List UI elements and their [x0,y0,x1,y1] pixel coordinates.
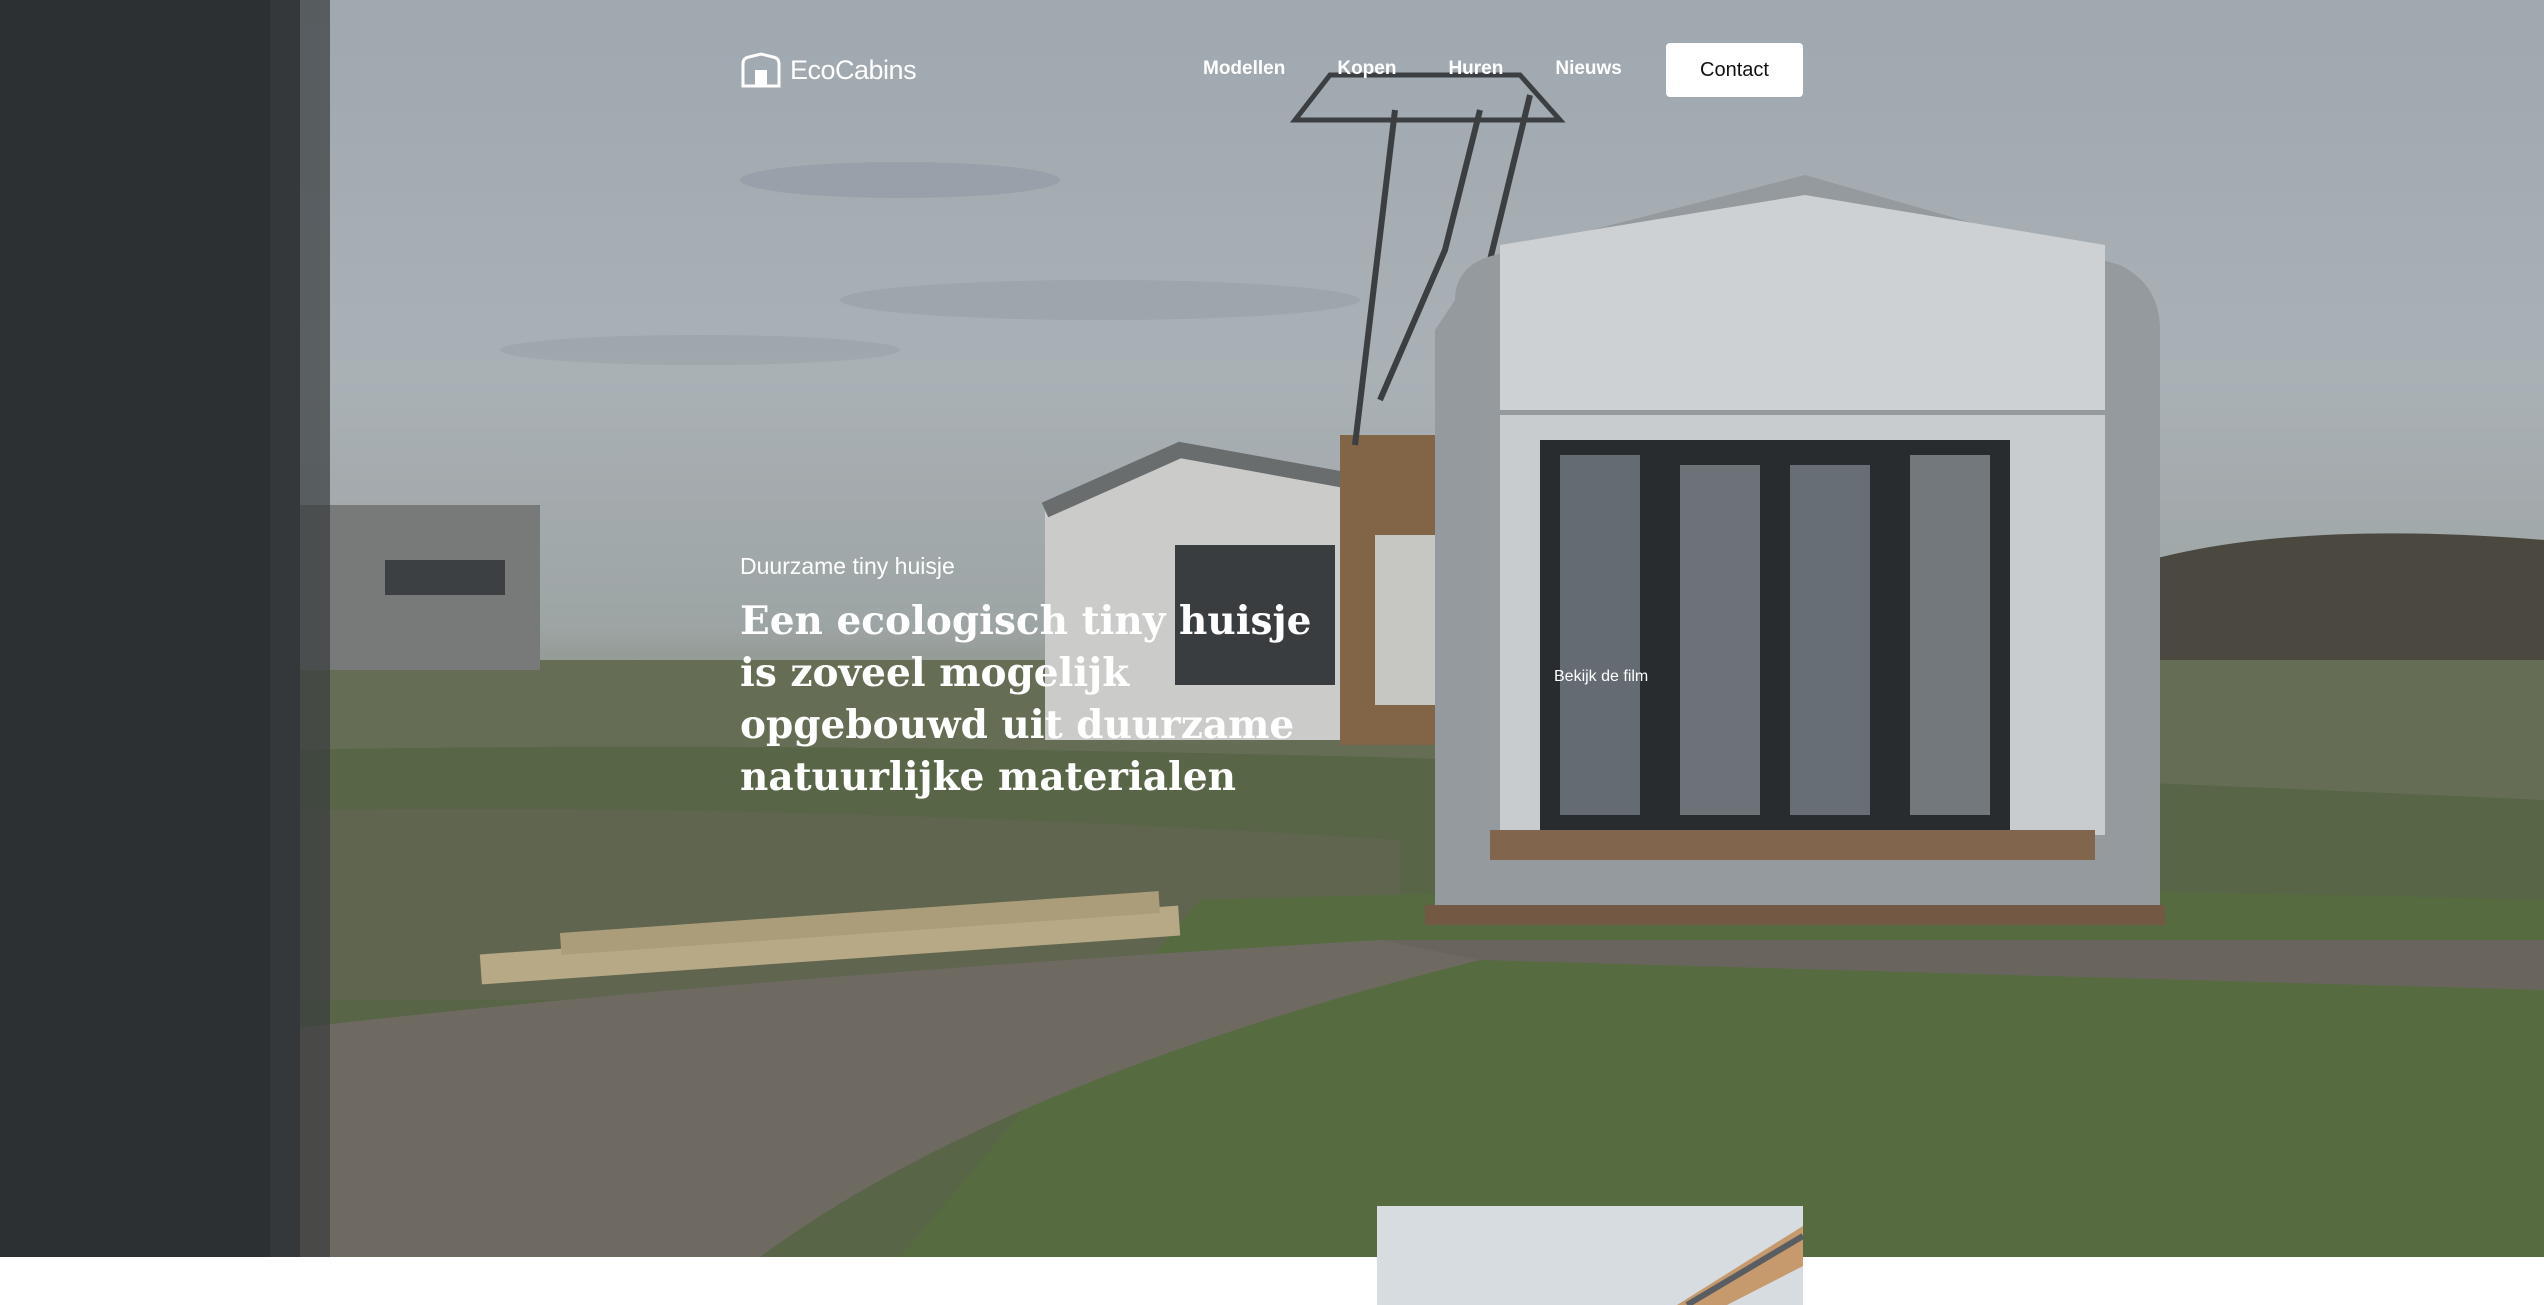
nav-item-modellen[interactable]: Modellen [1203,58,1285,80]
hero-eyebrow: Duurzame tiny huisje [740,553,955,579]
nav-item-huren[interactable]: Huren [1448,58,1503,80]
card-image-graphic [1377,1206,1803,1305]
watch-film-link[interactable]: Bekijk de film [1554,668,1648,686]
brand-name: EcoCabins [790,54,917,85]
preview-card-image [1377,1206,1803,1305]
hero-headline: Een ecologisch tiny huisje is zoveel mog… [740,598,1312,800]
contact-button[interactable]: Contact [1666,43,1803,97]
nav-item-kopen[interactable]: Kopen [1337,58,1396,80]
brand-logo[interactable]: EcoCabins [740,52,917,88]
nav-item-nieuws[interactable]: Nieuws [1555,58,1622,80]
main-nav: Modellen Kopen Huren Nieuws [1203,58,1622,80]
cabin-logo-icon [741,52,781,88]
